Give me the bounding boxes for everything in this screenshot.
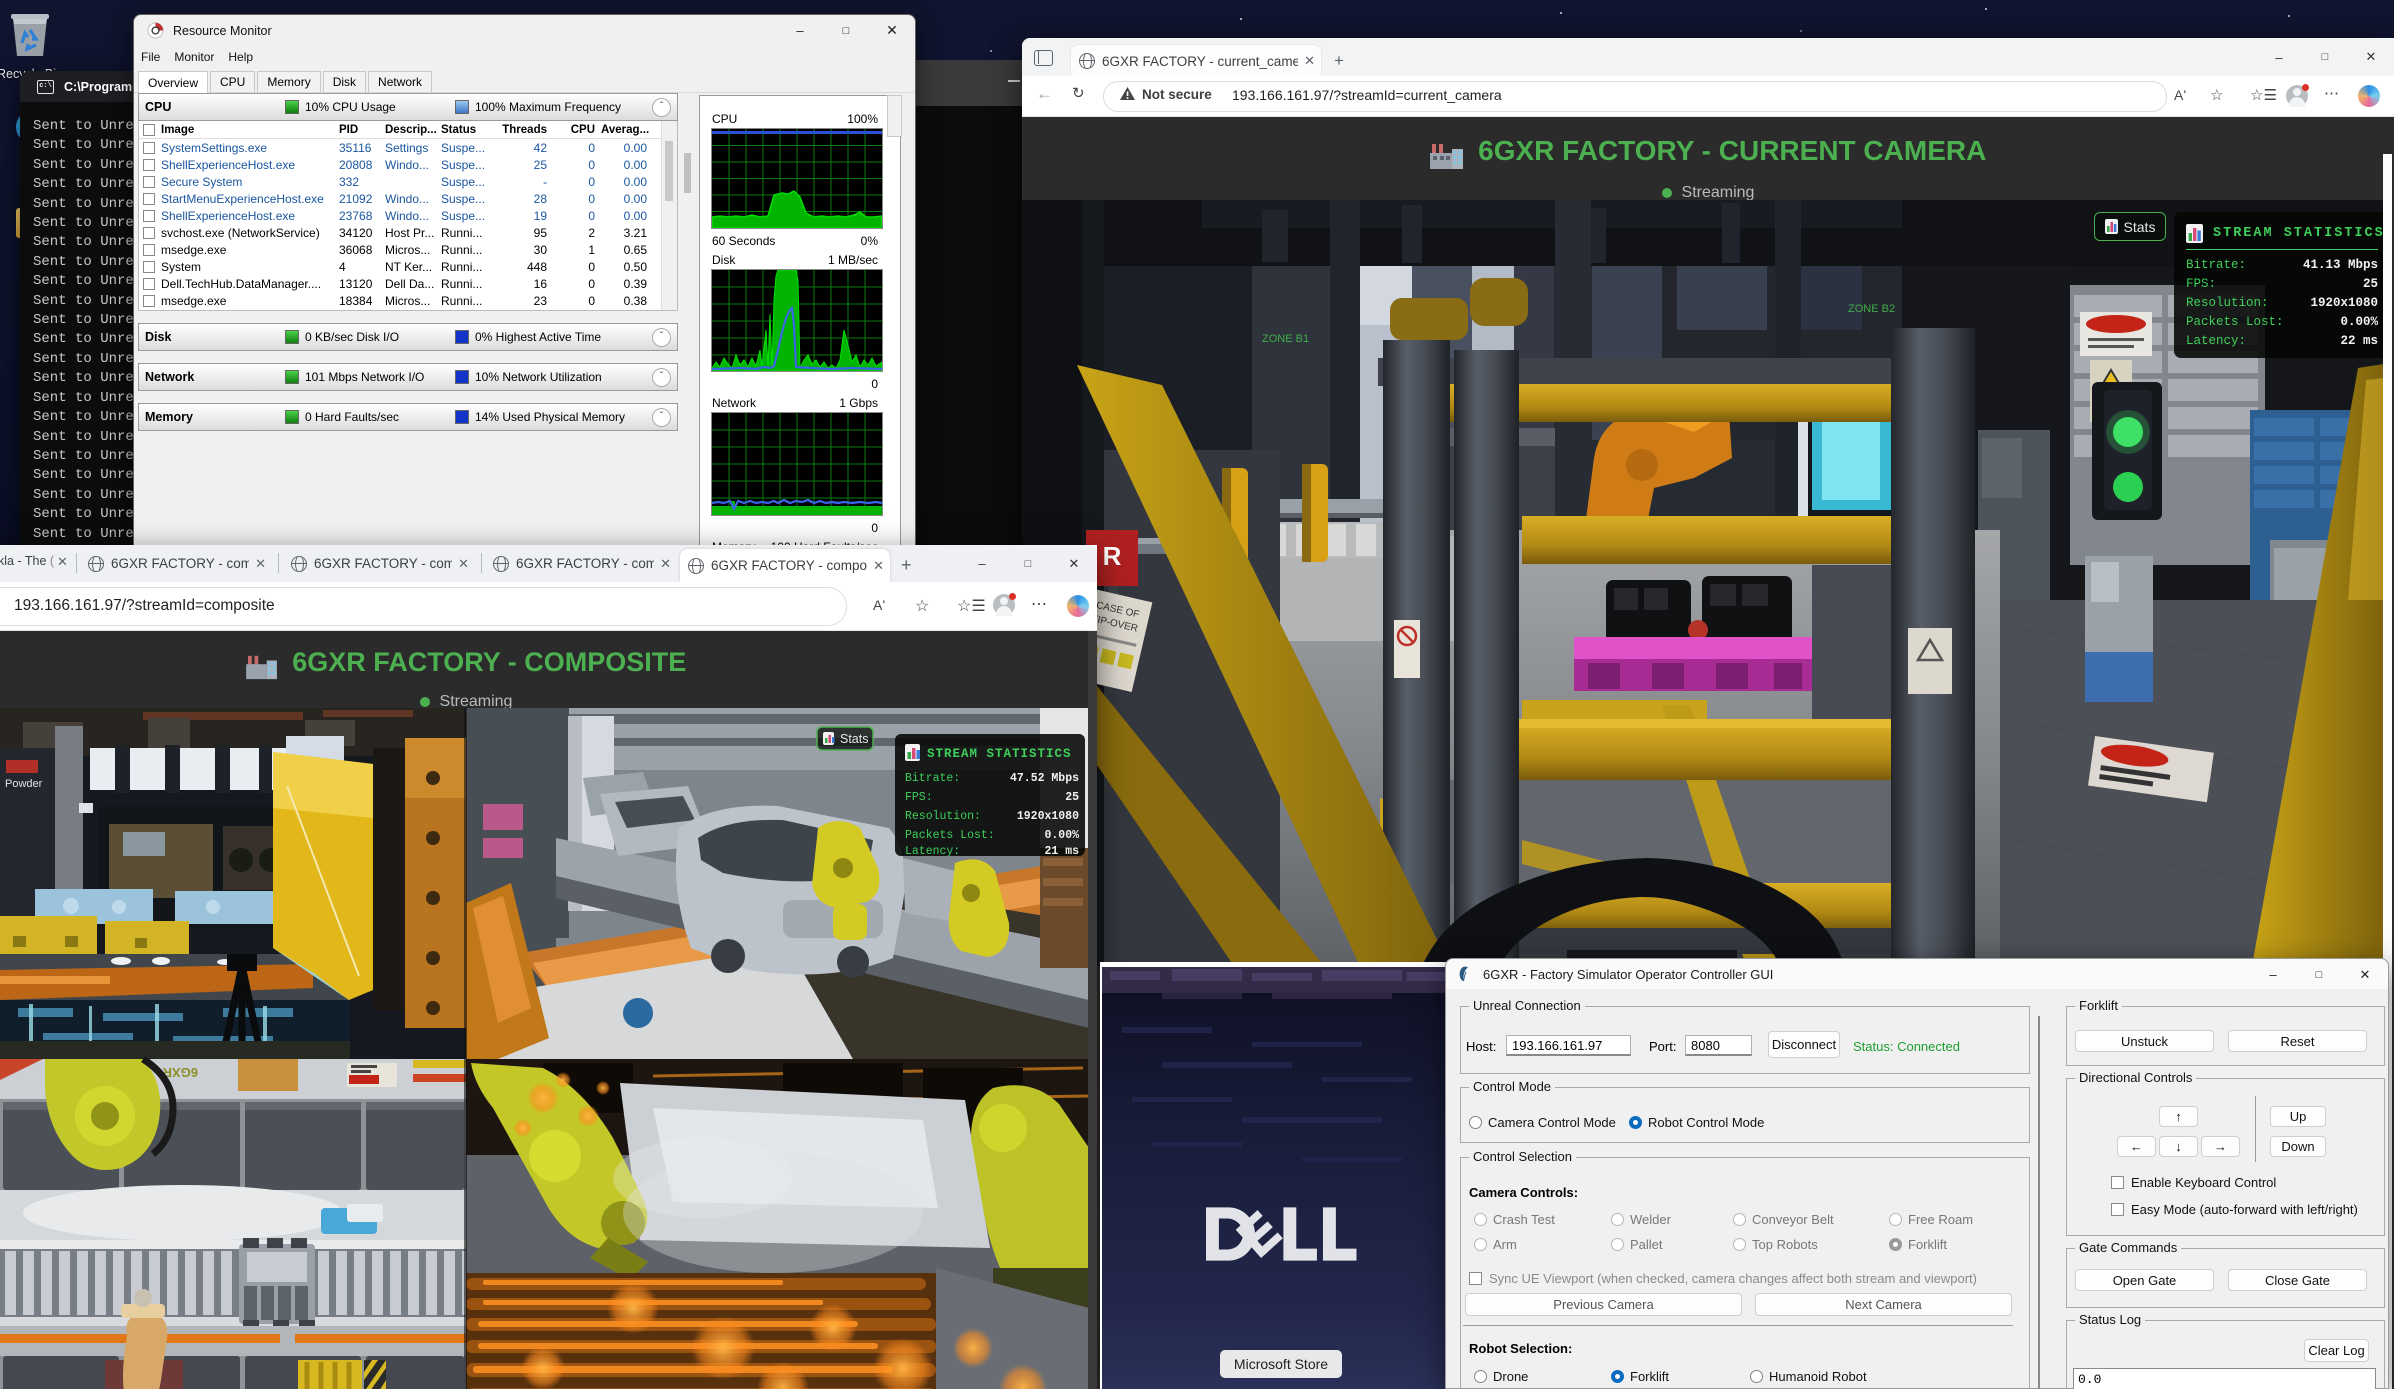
- svg-text:21 ms: 21 ms: [1044, 845, 1079, 858]
- svg-text:25: 25: [1065, 791, 1079, 804]
- svg-text:FPS:: FPS:: [905, 791, 933, 804]
- svg-text:STREAM STATISTICS: STREAM STATISTICS: [927, 747, 1072, 761]
- svg-text:R: R: [1103, 541, 1122, 571]
- svg-text:Stats: Stats: [840, 732, 869, 746]
- svg-text:Resolution:: Resolution:: [905, 810, 981, 823]
- svg-text:Bitrate:: Bitrate:: [905, 772, 960, 785]
- svg-text:1920x1080: 1920x1080: [1017, 810, 1079, 823]
- svg-text:ZONE B1: ZONE B1: [1262, 333, 1309, 345]
- svg-text:Powder: Powder: [5, 778, 43, 790]
- svg-text:Packets Lost:: Packets Lost:: [905, 829, 995, 842]
- svg-text:Microsoft Store: Microsoft Store: [1234, 1356, 1328, 1372]
- svg-text:ZONE B2: ZONE B2: [1848, 303, 1895, 315]
- svg-text:47.52 Mbps: 47.52 Mbps: [1010, 772, 1079, 785]
- svg-text:0.00%: 0.00%: [1044, 829, 1079, 842]
- svg-text:Latency:: Latency:: [905, 845, 960, 858]
